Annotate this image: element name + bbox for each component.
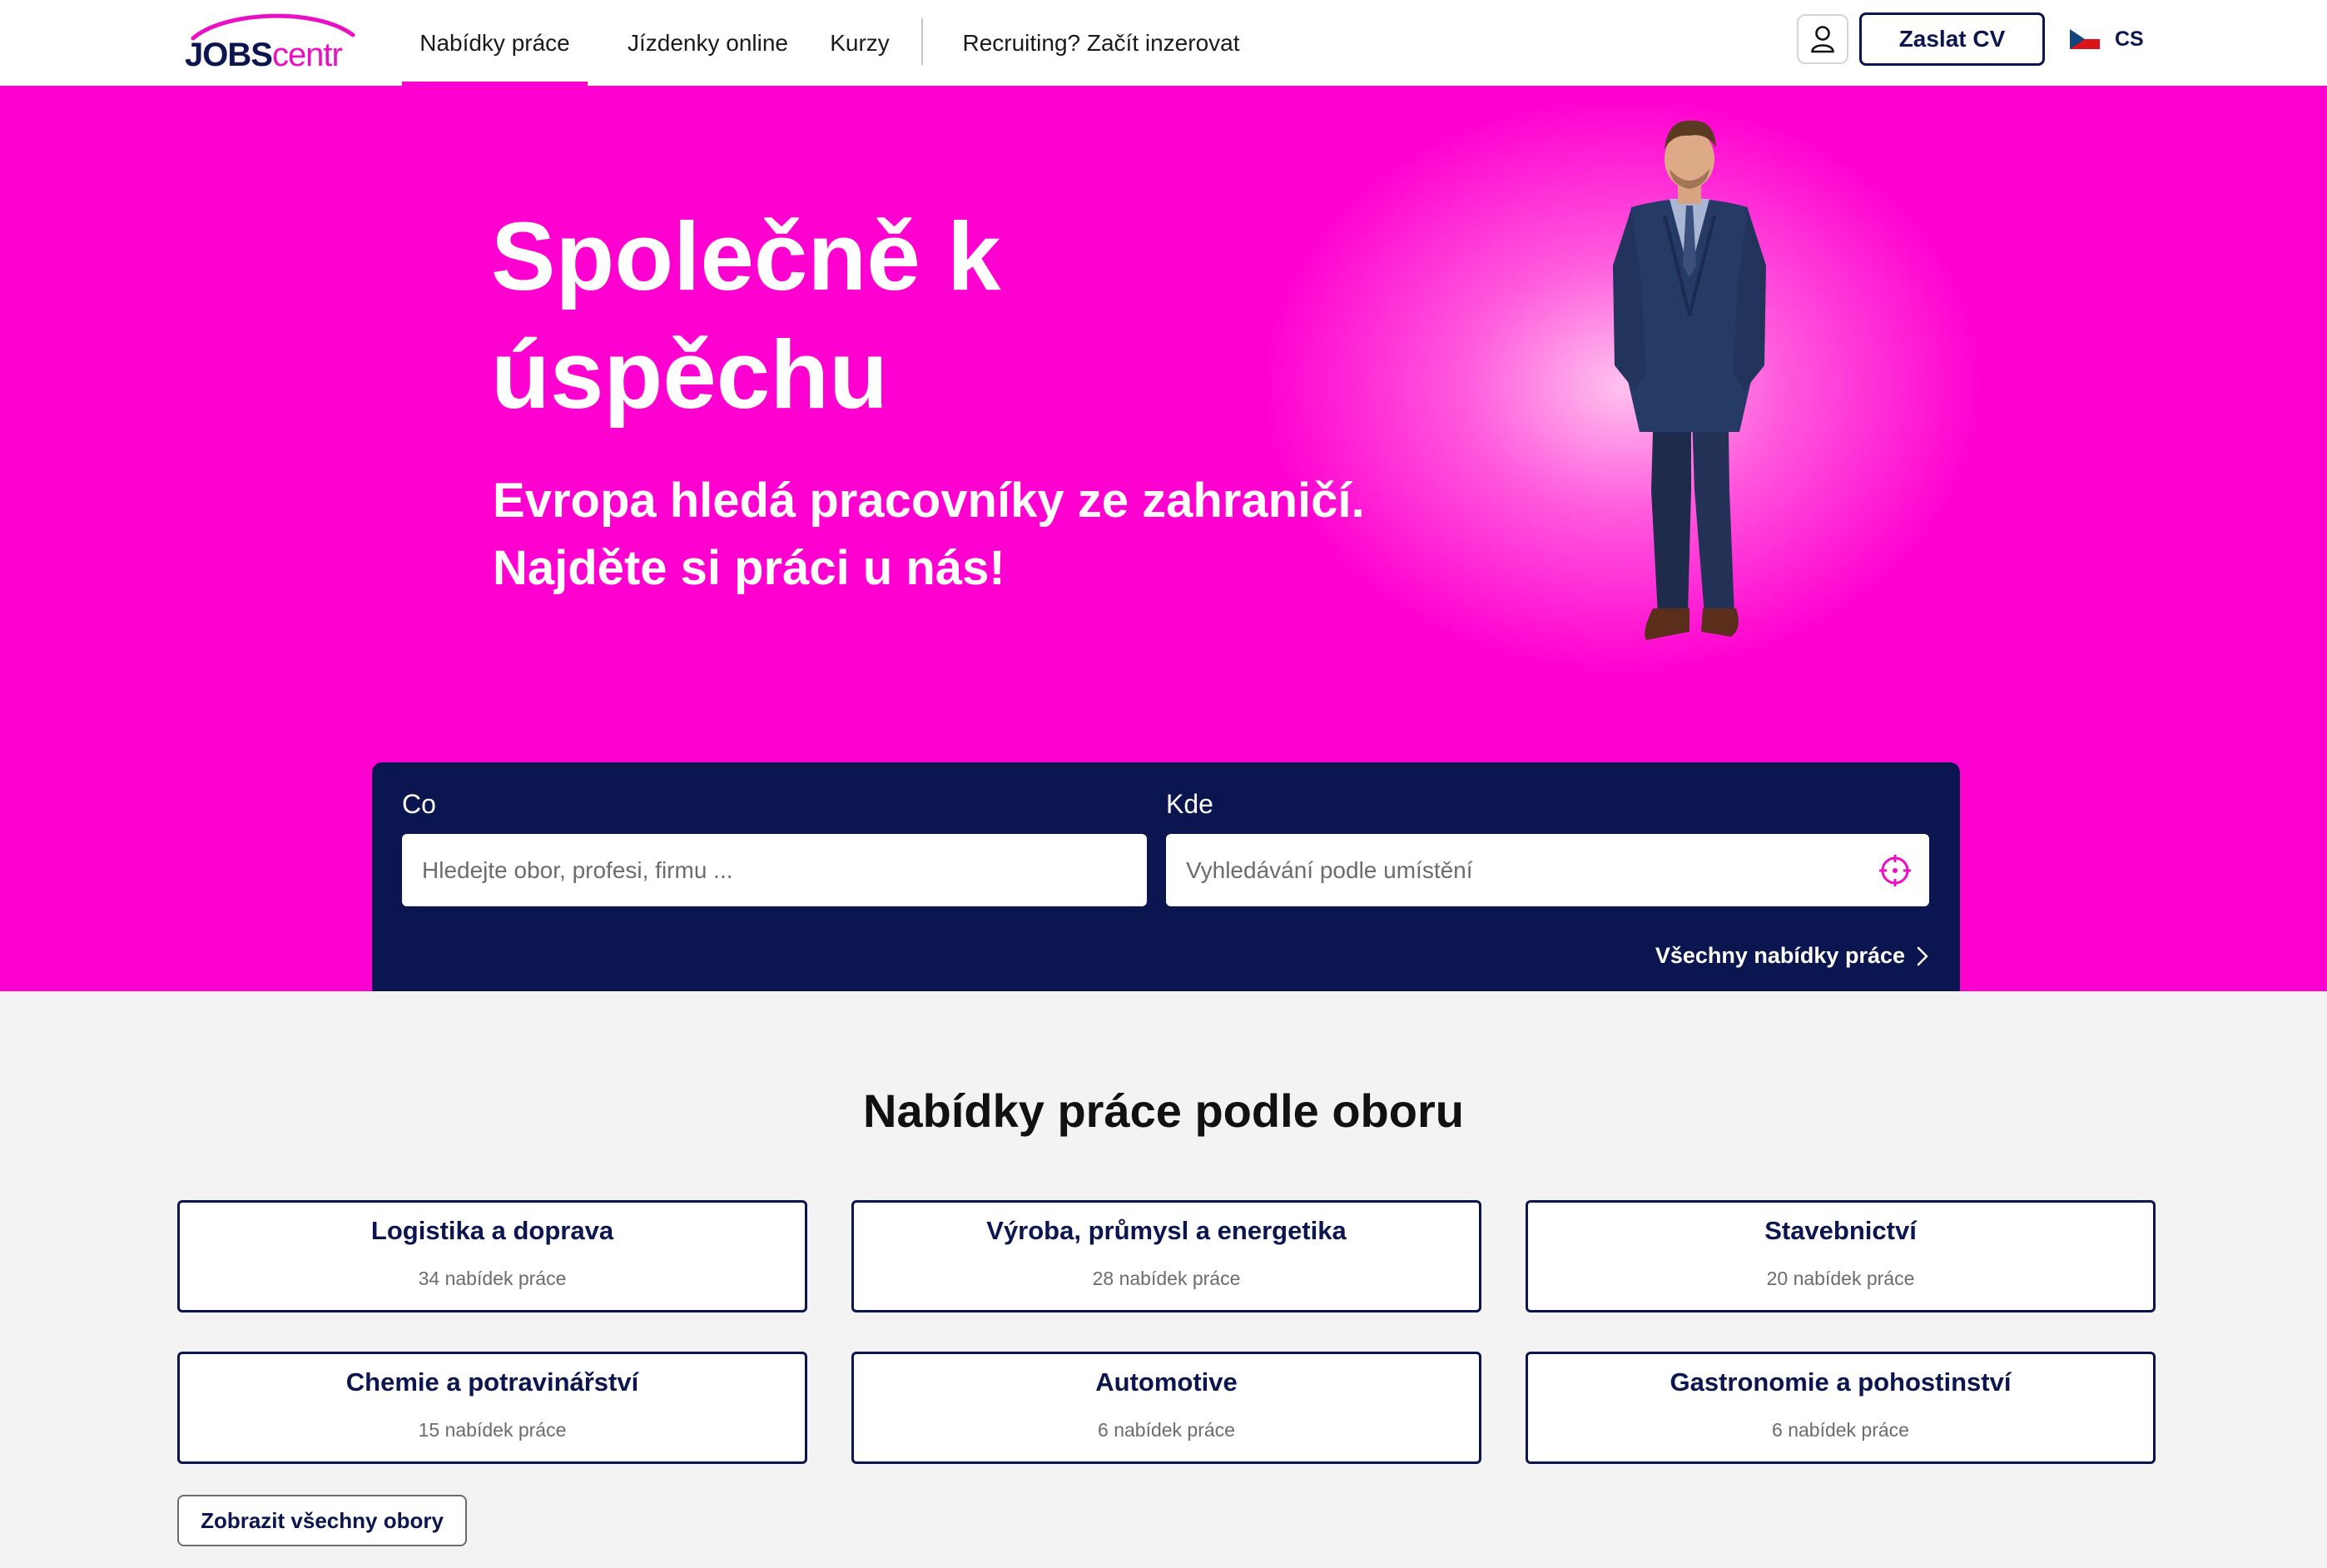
category-name: Gastronomie a pohostinství xyxy=(1670,1367,2012,1397)
businessman-image xyxy=(1613,120,1766,640)
user-account-button[interactable] xyxy=(1797,14,1848,64)
hero-title: Společně k úspěchu xyxy=(491,202,1001,429)
category-name: Logistika a doprava xyxy=(370,1216,614,1245)
category-card-gastronomy[interactable]: Gastronomie a pohostinství 6 nabídek prá… xyxy=(1526,1352,2156,1464)
where-search-input[interactable] xyxy=(1166,834,1929,906)
category-card-logistics[interactable]: Logistika a doprava 34 nabídek práce xyxy=(177,1200,807,1312)
nav-item-job-offers[interactable]: Nabídky práce xyxy=(402,0,588,86)
category-count: 20 nabídek práce xyxy=(1766,1268,1915,1289)
hero-subtitle-line1: Evropa hledá pracovníky ze zahraničí. xyxy=(493,474,1365,528)
hero-subtitle-line2: Najděte si práci u nás! xyxy=(493,541,1005,596)
language-switcher[interactable]: CS xyxy=(2070,22,2144,56)
hero-section: Společně k úspěchu Evropa hledá pracovní… xyxy=(0,86,2327,991)
nav-item-tickets-online[interactable]: Jízdenky online xyxy=(614,0,801,86)
site-logo[interactable]: JOBScentr xyxy=(181,10,358,77)
category-count: 28 nabídek práce xyxy=(1092,1268,1241,1289)
language-code: CS xyxy=(2115,27,2144,51)
logo-text: JOBScentr xyxy=(185,37,343,73)
category-name: Automotive xyxy=(1095,1367,1238,1397)
category-name: Stavebnictví xyxy=(1764,1216,1917,1245)
job-search-panel: Co Kde Všechny nabídky práce xyxy=(372,762,1960,991)
czech-flag-icon xyxy=(2070,29,2100,49)
category-card-manufacturing[interactable]: Výroba, průmysl a energetika 28 nabídek … xyxy=(851,1200,1481,1312)
all-job-offers-link[interactable]: Všechny nabídky práce xyxy=(1655,943,1928,969)
category-name: Výroba, průmysl a energetika xyxy=(986,1216,1347,1245)
category-card-construction[interactable]: Stavebnictví 20 nabídek práce xyxy=(1526,1200,2156,1312)
category-card-automotive[interactable]: Automotive 6 nabídek práce xyxy=(851,1352,1481,1464)
category-count: 15 nabídek práce xyxy=(418,1419,567,1441)
nav-divider xyxy=(921,18,923,65)
all-job-offers-label: Všechny nabídky práce xyxy=(1655,943,1905,968)
show-all-categories-button[interactable]: Zobrazit všechny obory xyxy=(177,1495,467,1546)
nav-item-recruiting[interactable]: Recruiting? Začít inzerovat xyxy=(951,0,1251,86)
locate-me-icon[interactable] xyxy=(1878,854,1912,887)
category-count: 34 nabídek práce xyxy=(418,1268,567,1289)
category-card-chemistry-food[interactable]: Chemie a potravinářství 15 nabídek práce xyxy=(177,1352,807,1464)
hero-subtitle: Evropa hledá pracovníky ze zahraničí. Na… xyxy=(493,467,1491,602)
user-icon xyxy=(1811,26,1834,53)
site-header: JOBScentr Nabídky práce Jízdenky online … xyxy=(0,0,2327,86)
category-count: 6 nabídek práce xyxy=(1772,1419,1909,1441)
categories-title: Nabídky práce podle oboru xyxy=(863,1084,1464,1137)
send-cv-button[interactable]: Zaslat CV xyxy=(1859,12,2045,66)
nav-item-courses[interactable]: Kurzy xyxy=(818,0,901,86)
what-search-input[interactable] xyxy=(402,834,1147,906)
category-count: 6 nabídek práce xyxy=(1098,1419,1235,1441)
category-name: Chemie a potravinářství xyxy=(345,1367,639,1397)
chevron-right-icon xyxy=(1917,946,1928,965)
what-label: Co xyxy=(402,789,436,819)
where-label: Kde xyxy=(1166,789,1213,819)
